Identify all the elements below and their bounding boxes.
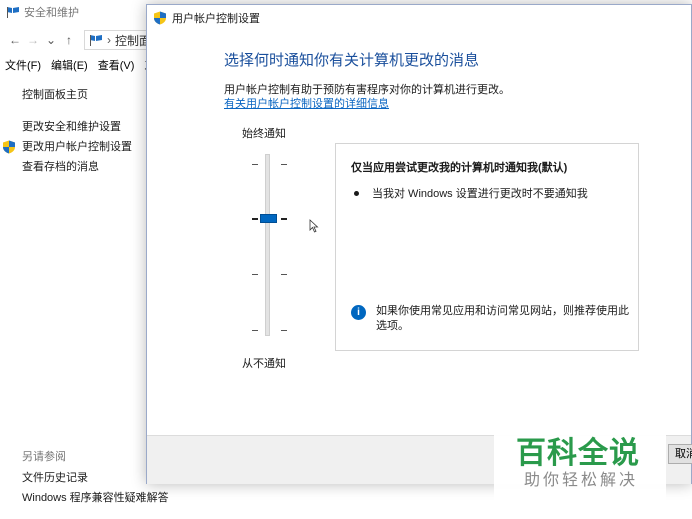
uac-info-link[interactable]: 有关用户帐户控制设置的详细信息 [224,95,389,111]
control-panel-title: 安全和维护 [24,7,79,19]
level-bullet-text: 当我对 Windows 设置进行更改时不要通知我 [372,188,588,200]
dialog-titlebar: 用户帐户控制设置 [147,5,691,31]
level-title: 仅当应用尝试更改我的计算机时通知我(默认) [351,162,568,174]
notification-level-slider[interactable] [247,150,297,340]
menu-bar: 文件(F) 编辑(E) 查看(V) 工 [0,56,165,74]
chevron-right-icon: › [107,33,111,47]
recommendation-note: i 如果你使用常见应用和访问常见网站，则推荐使用此选项。 [351,304,631,334]
slider-tick [281,218,287,220]
sidebar-item-archived-messages[interactable]: 查看存档的消息 [22,157,147,177]
level-bullet: 当我对 Windows 设置进行更改时不要通知我 [354,185,588,201]
menu-file[interactable]: 文件(F) [5,57,41,73]
up-button[interactable]: ↑ [60,33,78,47]
sidebar-item-security-settings[interactable]: 更改安全和维护设置 [22,117,147,137]
slider-bottom-label: 从不通知 [242,358,286,370]
slider-tick [252,218,258,220]
recent-locations-dropdown[interactable]: ⌄ [42,33,60,47]
slider-tick [281,330,287,331]
menu-view[interactable]: 查看(V) [98,57,135,73]
cancel-button[interactable]: 取消 [668,444,692,464]
slider-thumb[interactable] [260,214,277,223]
slider-track[interactable] [265,154,270,336]
slider-tick [252,330,258,331]
sidebar-item-uac-label: 更改用户帐户控制设置 [22,141,132,153]
dialog-title: 用户帐户控制设置 [172,13,260,25]
security-flag-icon [7,7,19,18]
info-icon: i [351,305,366,320]
mouse-pointer-icon [309,219,319,233]
menu-edit[interactable]: 编辑(E) [51,57,88,73]
slider-tick [252,164,258,165]
forward-button[interactable]: → [24,33,42,47]
dialog-heading: 选择何时通知你有关计算机更改的消息 [224,52,480,69]
recommendation-text: 如果你使用常见应用和访问常见网站，则推荐使用此选项。 [376,305,629,332]
uac-shield-icon [3,140,15,154]
sidebar: 控制面板主页 更改安全和维护设置 更改用户帐户控制设置 查看存档的消息 [3,85,147,177]
flag-icon [90,35,102,46]
bullet-dot-icon [354,190,359,196]
level-description-panel: 仅当应用尝试更改我的计算机时通知我(默认) 当我对 Windows 设置进行更改… [335,143,639,351]
sidebar-item-home[interactable]: 控制面板主页 [22,85,147,105]
sidebar-item-uac-settings[interactable]: 更改用户帐户控制设置 [3,137,147,157]
watermark-subtitle: 助你轻松解决 [524,472,639,489]
slider-tick [281,274,287,275]
slider-top-label: 始终通知 [242,128,286,140]
slider-tick [281,164,287,165]
see-also-compat-troubleshooter[interactable]: Windows 程序兼容性疑难解答 [22,488,222,508]
uac-settings-dialog: 用户帐户控制设置 选择何时通知你有关计算机更改的消息 用户帐户控制有助于预防有害… [146,4,692,484]
watermark: 百科全说 助你轻松解决 [494,420,666,519]
slider-tick [252,274,258,275]
back-button[interactable]: ← [6,33,24,47]
uac-shield-icon [154,11,166,25]
